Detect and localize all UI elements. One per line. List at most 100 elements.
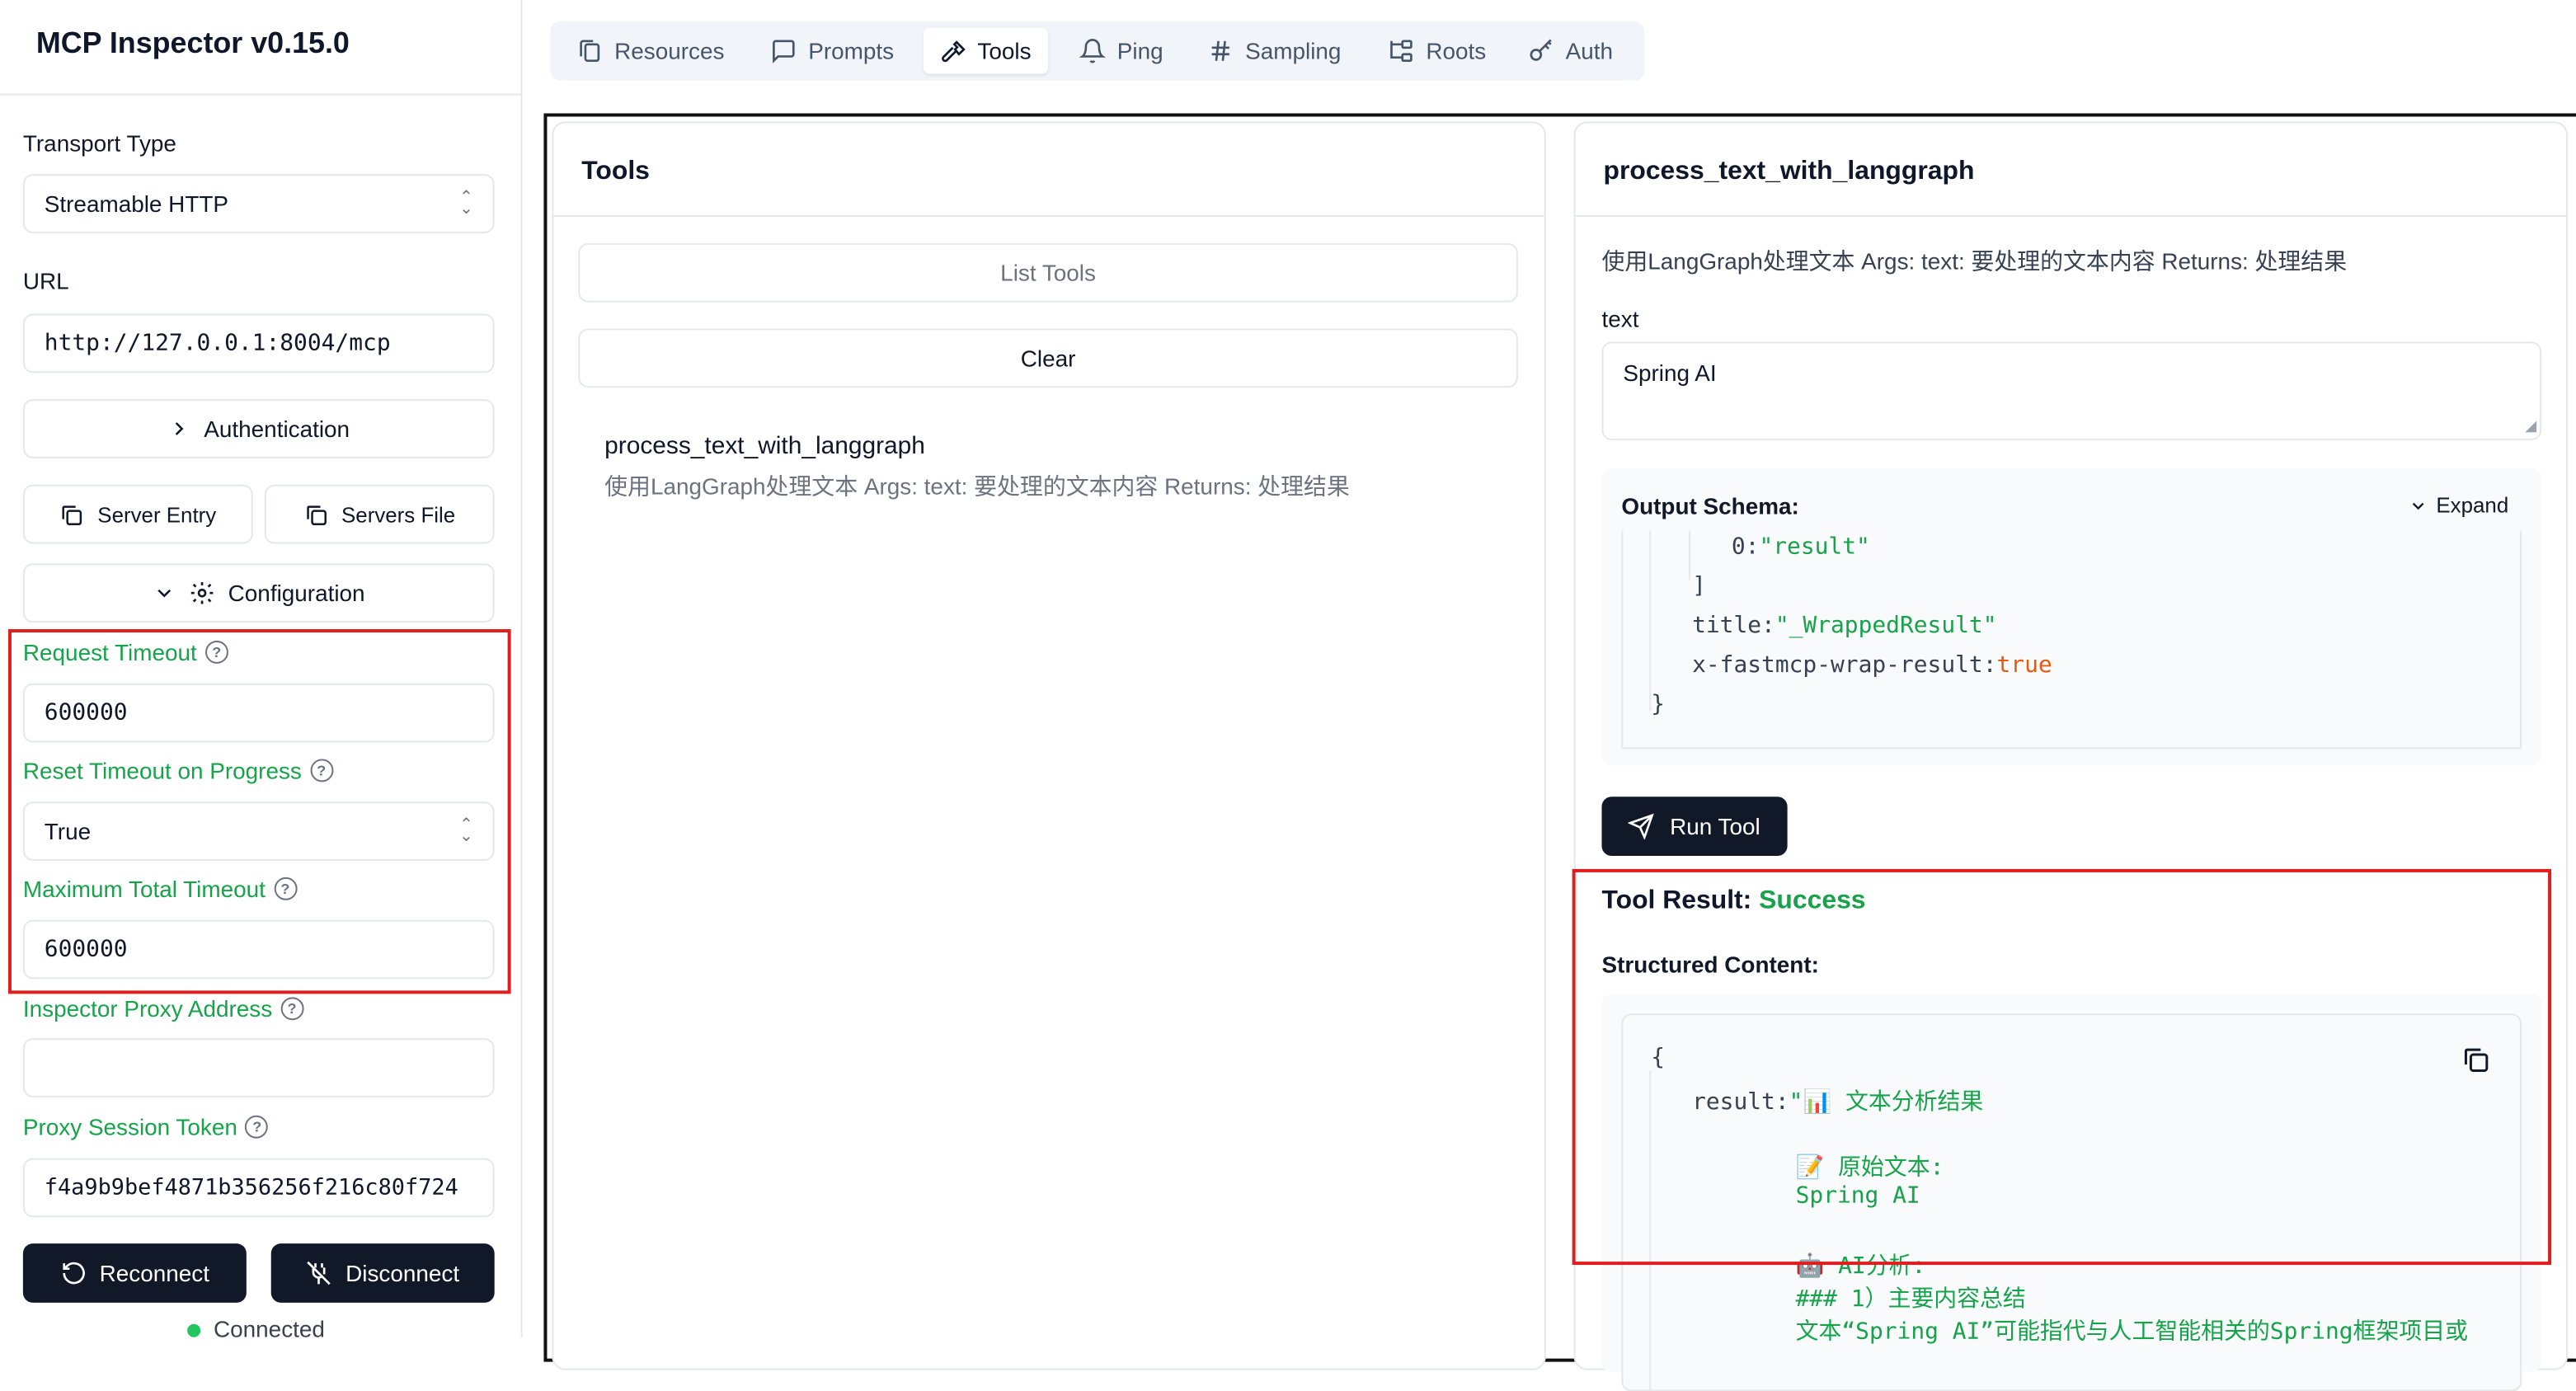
schema-key: 0: (1731, 533, 1760, 561)
folder-tree-icon (1390, 40, 1413, 63)
proxy-token-input[interactable]: f4a9b9bef4871b356256f216c80f724 (22, 1158, 495, 1218)
text-param-label: text (1601, 305, 1639, 332)
chevron-down-icon (157, 589, 171, 598)
rotate-ccw-icon (62, 1262, 84, 1285)
authentication-toggle[interactable]: Authentication (22, 399, 495, 458)
tab-sampling[interactable]: Sampling (1191, 28, 1357, 74)
sidebar-divider (0, 93, 523, 96)
schema-string: "_WrappedResult" (1775, 613, 1997, 640)
highlight-box-timeouts (7, 629, 511, 994)
authentication-label: Authentication (204, 416, 350, 442)
tab-label: Resources (614, 37, 725, 64)
schema-boolean: true (1996, 651, 2052, 679)
clear-label: Clear (1020, 345, 1076, 372)
schema-line: 0:"result" (1732, 533, 1870, 560)
tab-auth[interactable]: Auth (1511, 28, 1629, 74)
disconnect-label: Disconnect (346, 1260, 460, 1286)
configuration-label: Configuration (228, 580, 365, 607)
clear-button[interactable]: Clear (578, 328, 1518, 388)
tab-prompts[interactable]: Prompts (754, 28, 910, 74)
hammer-icon (942, 40, 966, 63)
output-schema-panel: Output Schema: Expand 0:"result" ] title… (1601, 468, 2542, 766)
tools-card: Tools (552, 121, 1546, 1370)
unplug-icon (308, 1261, 331, 1285)
schema-string: "result" (1759, 533, 1870, 561)
url-label: URL (22, 267, 69, 294)
result-line: ### 1）主要内容总结 (1795, 1285, 2026, 1313)
schema-line: } (1651, 691, 1666, 718)
tab-label: Prompts (808, 37, 895, 64)
chevron-down-icon (2412, 501, 2424, 510)
proxy-token-label: Proxy Session Token ? (23, 1114, 269, 1140)
card-divider (1575, 214, 2566, 217)
url-value: http://127.0.0.1:8004/mcp (44, 330, 391, 357)
gear-icon (190, 581, 214, 604)
tab-bar: Resources Prompts Tools Ping Sampling Ro… (550, 21, 1645, 81)
output-schema-label: Output Schema: (1621, 492, 1799, 519)
indent-guide (1649, 530, 1652, 712)
proxy-address-label: Inspector Proxy Address ? (22, 995, 304, 1022)
expand-label: Expand (2436, 492, 2509, 518)
server-entry-button[interactable]: Server Entry (22, 484, 253, 544)
servers-file-button[interactable]: Servers File (264, 484, 495, 544)
key-icon (1530, 39, 1552, 61)
tool-description: 使用LangGraph处理文本 Args: text: 要处理的文本内容 Ret… (1601, 247, 2348, 275)
connection-status-dot (187, 1323, 201, 1337)
proxy-address-input[interactable] (22, 1038, 495, 1097)
tab-roots[interactable]: Roots (1372, 28, 1503, 74)
bell-icon (1079, 39, 1106, 63)
tab-label: Auth (1565, 37, 1614, 64)
list-tools-button[interactable]: List Tools (578, 242, 1518, 303)
copy-icon (63, 505, 82, 525)
copy-icon (306, 505, 327, 525)
servers-file-label: Servers File (341, 501, 456, 527)
tools-card-title: Tools (581, 157, 650, 186)
schema-line: ] (1692, 573, 1706, 600)
text-param-value: Spring AI (1623, 359, 1717, 387)
disconnect-button[interactable]: Disconnect (270, 1243, 495, 1303)
list-tools-label: List Tools (1000, 259, 1096, 286)
chevrons-up-down-icon: ⌃ ⌄ (459, 189, 473, 219)
app-title: MCP Inspector v0.15.0 (35, 26, 350, 59)
schema-key: x-fastmcp-wrap-result: (1692, 651, 1997, 679)
indent-guide (1689, 530, 1691, 580)
transport-type-select[interactable]: Streamable HTTP ⌃ ⌄ (22, 174, 495, 233)
card-divider (553, 214, 1544, 217)
tab-label: Ping (1116, 37, 1163, 64)
proxy-token-text: Proxy Session Token (22, 1113, 237, 1140)
run-tool-button[interactable]: Run Tool (1601, 797, 1788, 856)
transport-type-value: Streamable HTTP (44, 190, 229, 217)
schema-line: title:"_WrappedResult" (1692, 613, 1996, 639)
message-square-icon (773, 40, 795, 63)
resize-grip-icon[interactable]: ◢ (2525, 417, 2536, 435)
url-input[interactable]: http://127.0.0.1:8004/mcp (22, 313, 495, 374)
schema-line: x-fastmcp-wrap-result:true (1692, 652, 2052, 679)
tab-ping[interactable]: Ping (1063, 28, 1180, 74)
schema-key: title: (1692, 613, 1775, 640)
help-circle-icon[interactable]: ? (245, 1115, 269, 1139)
configuration-toggle[interactable]: Configuration (22, 563, 495, 623)
tab-label: Tools (977, 37, 1032, 64)
server-entry-label: Server Entry (97, 501, 217, 527)
reconnect-button[interactable]: Reconnect (22, 1243, 247, 1303)
proxy-address-text: Inspector Proxy Address (22, 995, 273, 1022)
sidebar: MCP Inspector v0.15.0 Transport Type Str… (0, 0, 523, 1342)
expand-button[interactable]: Expand (2409, 492, 2509, 518)
hash-icon (1211, 40, 1229, 61)
tool-list-item-name[interactable]: process_text_with_langgraph (604, 432, 925, 460)
send-icon (1629, 813, 1655, 840)
reconnect-label: Reconnect (99, 1260, 209, 1286)
tool-list-item-description: 使用LangGraph处理文本 Args: text: 要处理的文本内容 Ret… (604, 472, 1350, 500)
tab-tools[interactable]: Tools (923, 27, 1048, 74)
tab-resources[interactable]: Resources (560, 28, 740, 74)
connection-status-text: Connected (213, 1315, 325, 1342)
transport-type-label: Transport Type (22, 129, 176, 157)
highlight-box-result (1572, 868, 2552, 1266)
help-circle-icon[interactable]: ? (280, 997, 304, 1021)
text-param-input[interactable]: Spring AI ◢ (1601, 341, 2542, 440)
run-tool-label: Run Tool (1670, 813, 1760, 840)
chevron-right-icon (176, 422, 184, 435)
output-schema-code: 0:"result" ] title:"_WrappedResult" x-fa… (1621, 530, 2522, 750)
files-icon (580, 40, 600, 63)
result-line: 文本“Spring AI”可能指代与人工智能相关的Spring框架项目或 (1795, 1318, 2469, 1346)
